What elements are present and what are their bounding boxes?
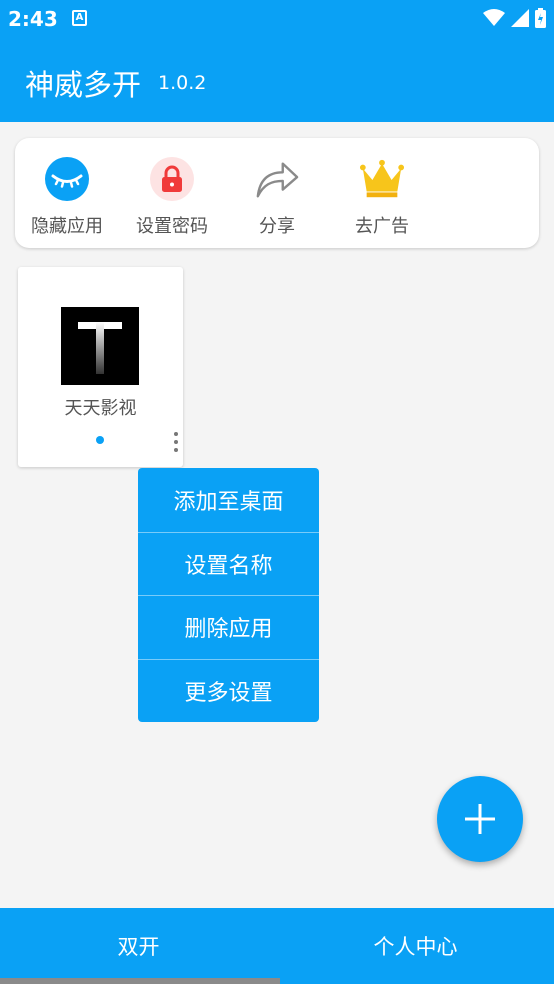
status-dot bbox=[96, 436, 104, 444]
crown-icon bbox=[359, 156, 405, 202]
battery-icon bbox=[535, 8, 546, 28]
menu-more-settings[interactable]: 更多设置 bbox=[138, 658, 319, 723]
hide-apps-label: 隐藏应用 bbox=[31, 216, 103, 237]
remove-ads-button[interactable]: 去广告 bbox=[330, 156, 434, 238]
set-password-button[interactable]: 设置密码 bbox=[120, 156, 224, 238]
menu-add-to-desktop[interactable]: 添加至桌面 bbox=[138, 468, 319, 532]
tab-dual-open[interactable]: 双开 bbox=[0, 908, 277, 984]
more-options-icon[interactable] bbox=[168, 432, 184, 456]
share-label: 分享 bbox=[259, 216, 295, 237]
context-menu: 添加至桌面 设置名称 删除应用 更多设置 bbox=[138, 468, 319, 722]
quick-actions-card: 隐藏应用 设置密码 分享 去广告 bbox=[15, 138, 539, 248]
wifi-icon bbox=[483, 9, 505, 26]
app-icon[interactable] bbox=[61, 307, 139, 385]
share-button[interactable]: 分享 bbox=[225, 156, 329, 238]
status-time: 2:43 bbox=[8, 7, 58, 31]
app-title: 神威多开 bbox=[25, 68, 142, 102]
menu-delete-app[interactable]: 删除应用 bbox=[138, 595, 319, 659]
tab-profile[interactable]: 个人中心 bbox=[277, 908, 554, 984]
status-icons bbox=[483, 8, 546, 28]
add-app-button[interactable] bbox=[437, 776, 523, 862]
hide-apps-button[interactable]: 隐藏应用 bbox=[15, 156, 119, 238]
signal-icon bbox=[511, 9, 529, 27]
app-bar: 神威多开 1.0.2 bbox=[0, 40, 554, 122]
tab-indicator bbox=[0, 978, 280, 984]
app-name: 天天影视 bbox=[64, 398, 137, 419]
menu-set-name[interactable]: 设置名称 bbox=[138, 531, 319, 596]
notification-icon: A bbox=[72, 10, 87, 26]
share-icon bbox=[254, 156, 300, 202]
remove-ads-label: 去广告 bbox=[355, 216, 409, 237]
app-version: 1.0.2 bbox=[158, 72, 207, 94]
plus-icon bbox=[465, 804, 495, 834]
closed-eye-icon bbox=[44, 156, 90, 202]
status-bar: 2:43 A bbox=[0, 0, 554, 40]
app-card[interactable]: 天天影视 bbox=[18, 267, 183, 467]
set-password-label: 设置密码 bbox=[136, 216, 208, 237]
bottom-nav: 双开 个人中心 bbox=[0, 908, 554, 984]
lock-icon bbox=[149, 156, 195, 202]
